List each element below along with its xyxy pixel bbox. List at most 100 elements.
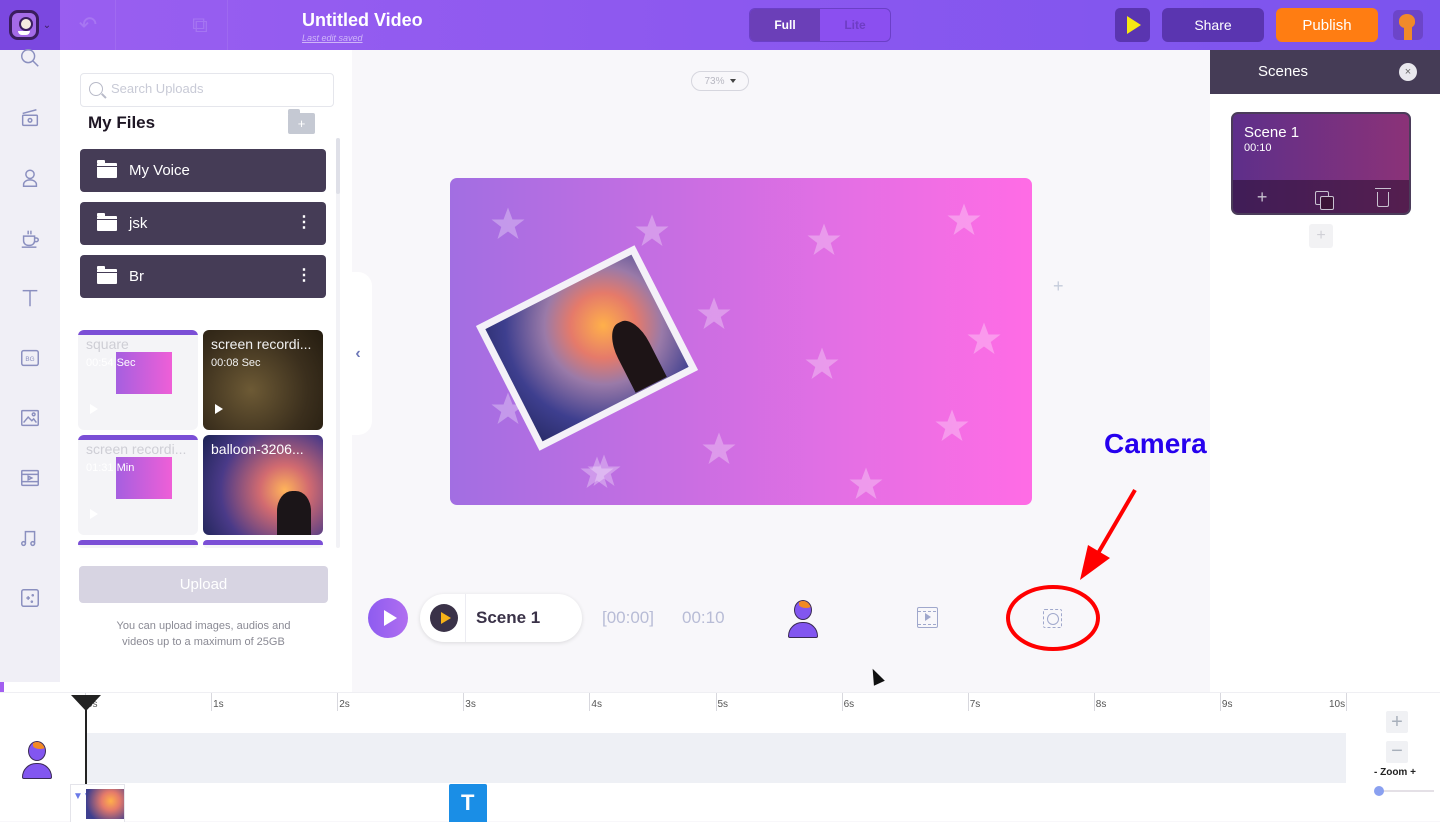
scenes-title: Scenes xyxy=(1258,63,1309,80)
more-options-icon[interactable]: ⋮ xyxy=(296,268,312,284)
more-options-icon[interactable]: ⋮ xyxy=(296,215,312,231)
folder-item[interactable]: Br ⋮ xyxy=(80,255,326,298)
project-title[interactable]: Untitled Video xyxy=(302,10,423,31)
timeline-zoom-out-button[interactable]: − xyxy=(1386,741,1408,763)
ruler-tick xyxy=(1219,693,1221,711)
timeline-zoom-in-button[interactable]: + xyxy=(1386,711,1408,733)
add-scene-button[interactable]: + xyxy=(1309,224,1333,248)
mode-lite-option[interactable]: Lite xyxy=(820,9,890,41)
file-title: square xyxy=(86,336,129,352)
chevron-down-icon: ⌄ xyxy=(42,19,52,31)
ruler-tick-label: 6s xyxy=(843,699,855,710)
close-icon[interactable]: × xyxy=(1399,63,1417,81)
rail-images[interactable] xyxy=(0,398,60,438)
file-thumbnail[interactable]: screen recordi... 00:08 Sec xyxy=(203,330,323,430)
preview-play-button[interactable] xyxy=(1115,8,1150,42)
ruler-tick-label: 9s xyxy=(1221,699,1233,710)
clapperboard-icon xyxy=(21,109,39,127)
save-status: Last edit saved xyxy=(302,33,363,43)
folder-name: jsk xyxy=(129,215,148,232)
star-decoration xyxy=(587,454,621,486)
character-track[interactable] xyxy=(85,733,1346,783)
rail-text[interactable] xyxy=(0,278,60,318)
music-note-icon xyxy=(21,530,36,547)
new-folder-button[interactable]: + xyxy=(288,109,315,134)
folder-item[interactable]: jsk ⋮ xyxy=(80,202,326,245)
zoom-slider-knob[interactable] xyxy=(1374,786,1384,796)
background-icon: BG xyxy=(21,349,39,367)
top-bar: ⌄ ↶ ⧉ Untitled Video Last edit saved Ful… xyxy=(0,0,1440,50)
character-icon xyxy=(28,741,46,761)
mode-toggle[interactable]: Full Lite xyxy=(749,8,891,42)
play-icon xyxy=(90,404,98,414)
ruler-tick-label: 7s xyxy=(969,699,981,710)
ruler-tick xyxy=(967,693,969,711)
duplicate-icon[interactable]: ⧉ xyxy=(187,12,213,38)
duplicate-icon[interactable] xyxy=(1315,190,1335,210)
publish-button[interactable]: Publish xyxy=(1276,8,1378,42)
ruler-tick xyxy=(1346,693,1347,711)
rail-effects[interactable] xyxy=(0,578,60,618)
effects-sparkle-icon xyxy=(21,589,39,607)
scene-card[interactable]: Scene 1 00:10 + xyxy=(1231,112,1411,215)
file-thumbnail[interactable] xyxy=(203,540,323,548)
search-uploads-input[interactable] xyxy=(111,81,321,96)
svg-text:BG: BG xyxy=(25,356,34,363)
file-duration: 01:31 Min xyxy=(86,462,135,474)
rail-music[interactable] xyxy=(0,518,60,558)
folder-icon xyxy=(97,213,117,231)
playhead-line[interactable] xyxy=(85,701,87,785)
uploads-panel: My Files + My Voice jsk ⋮ Br ⋮ square 00… xyxy=(60,50,352,692)
ruler-tick xyxy=(1093,693,1095,711)
star-decoration xyxy=(849,467,883,499)
scene-canvas[interactable] xyxy=(450,178,1032,505)
rail-props[interactable] xyxy=(0,218,60,258)
image-icon xyxy=(21,409,39,427)
character-timeline-button[interactable] xyxy=(786,600,818,640)
video-timeline-icon[interactable] xyxy=(917,607,938,628)
share-button[interactable]: Share xyxy=(1162,8,1264,42)
rail-background[interactable]: BG xyxy=(0,338,60,378)
panel-scrollbar[interactable] xyxy=(336,138,340,548)
file-thumbnail[interactable]: screen recordi... 01:31 Min xyxy=(78,435,198,535)
trash-icon[interactable] xyxy=(1375,187,1392,207)
canvas-zoom-select[interactable]: 73% xyxy=(691,71,749,91)
folder-name: My Voice xyxy=(129,162,190,179)
ruler-tick xyxy=(715,693,717,711)
ruler-tick xyxy=(589,693,591,711)
file-thumbnail[interactable] xyxy=(78,540,198,548)
timeline: 0s 1s 2s 3s 4s 5s 6s 7s 8s 9s 10s ▼▼ T + − - Zoom … xyxy=(0,692,1440,822)
divider xyxy=(227,0,228,50)
mode-full-option[interactable]: Full xyxy=(750,9,820,41)
timeline-zoom-slider[interactable] xyxy=(1374,786,1434,796)
search-box xyxy=(80,73,334,107)
upload-button[interactable]: Upload xyxy=(79,566,328,603)
ruler-tick-label: 1s xyxy=(213,699,224,710)
user-avatar[interactable] xyxy=(1393,10,1423,40)
current-time: [00:00] xyxy=(602,608,654,627)
file-duration: 00:08 Sec xyxy=(211,357,261,369)
image-clip[interactable]: ▼▼ xyxy=(70,784,125,822)
folder-item[interactable]: My Voice xyxy=(80,149,326,192)
annotation-arrow-shaft xyxy=(1095,488,1137,557)
rail-search[interactable] xyxy=(0,38,60,78)
star-decoration xyxy=(635,214,669,246)
collapse-panel-button[interactable]: ‹ xyxy=(344,272,372,435)
playhead-handle[interactable] xyxy=(71,695,101,711)
file-thumbnail[interactable]: square 00:54 Sec xyxy=(78,330,198,430)
scene-card-actions: + xyxy=(1233,180,1409,213)
undo-icon[interactable]: ↶ xyxy=(75,12,101,38)
add-icon[interactable]: + xyxy=(1257,187,1268,208)
rail-characters[interactable] xyxy=(0,158,60,198)
add-scene-icon[interactable]: + xyxy=(1053,276,1064,297)
scenes-panel: Scenes × Scene 1 00:10 + + xyxy=(1210,50,1440,692)
text-clip[interactable]: T xyxy=(448,784,487,822)
rail-videos[interactable] xyxy=(0,458,60,498)
rail-scenes[interactable] xyxy=(0,98,60,138)
play-scene-button[interactable] xyxy=(430,604,458,632)
ruler-tick-label: 10s xyxy=(1329,699,1346,710)
file-thumbnail[interactable]: balloon-3206... xyxy=(203,435,323,535)
file-title: screen recordi... xyxy=(86,441,187,457)
play-all-button[interactable] xyxy=(368,598,408,638)
search-icon xyxy=(89,82,103,96)
